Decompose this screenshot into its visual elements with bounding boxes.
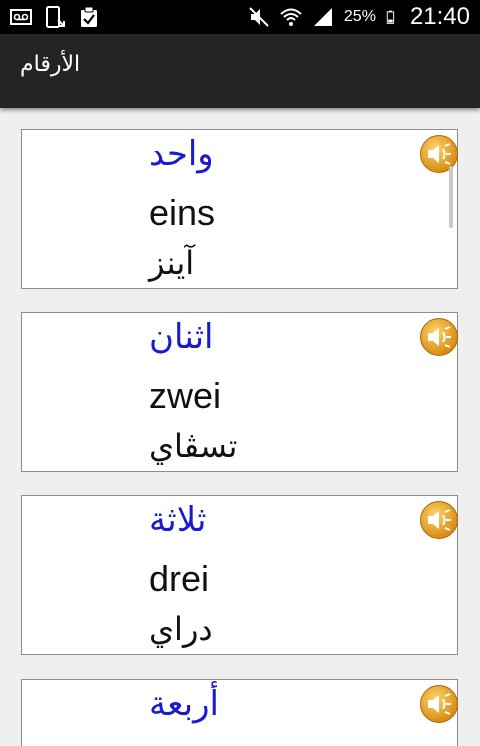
- status-bar: 25% 21:40: [0, 0, 480, 34]
- wifi-icon: [280, 8, 302, 26]
- arabic-word: أربعة: [149, 684, 219, 724]
- phone-download-icon: [46, 6, 65, 28]
- numbers-list[interactable]: واحد eins آينز اثنان zwei تسڤاي ثلاثة dr…: [0, 108, 480, 746]
- speaker-icon[interactable]: [419, 500, 459, 540]
- scrollbar[interactable]: [449, 166, 453, 228]
- battery-percent: 25%: [343, 8, 376, 25]
- arabic-word: اثنان: [149, 317, 214, 357]
- voicemail-icon: [10, 9, 32, 25]
- transliteration: دراي: [149, 610, 213, 648]
- speaker-icon[interactable]: [419, 684, 459, 724]
- german-word: eins: [149, 192, 216, 233]
- battery-icon: [386, 10, 395, 24]
- system-icons: 25% 21:40: [248, 0, 470, 34]
- list-item[interactable]: اثنان zwei تسڤاي: [21, 312, 458, 472]
- clipboard-check-icon: [81, 6, 97, 27]
- page-title: الأرقام: [20, 52, 81, 77]
- transliteration: آينز: [149, 244, 195, 282]
- speaker-icon[interactable]: [419, 317, 459, 357]
- notification-icons: [10, 6, 100, 28]
- clock: 21:40: [409, 3, 470, 30]
- arabic-word: واحد: [149, 134, 214, 174]
- list-item[interactable]: ثلاثة drei دراي: [21, 495, 458, 655]
- arabic-word: ثلاثة: [149, 500, 207, 540]
- list-item[interactable]: واحد eins آينز: [21, 129, 458, 289]
- mute-icon: [249, 7, 269, 27]
- transliteration: تسڤاي: [149, 427, 238, 465]
- signal-icon: [313, 8, 332, 26]
- list-item[interactable]: أربعة: [21, 679, 458, 746]
- german-word: drei: [149, 558, 210, 599]
- app-bar: الأرقام: [0, 34, 480, 108]
- german-word: zwei: [149, 375, 222, 416]
- speaker-icon[interactable]: [419, 134, 459, 174]
